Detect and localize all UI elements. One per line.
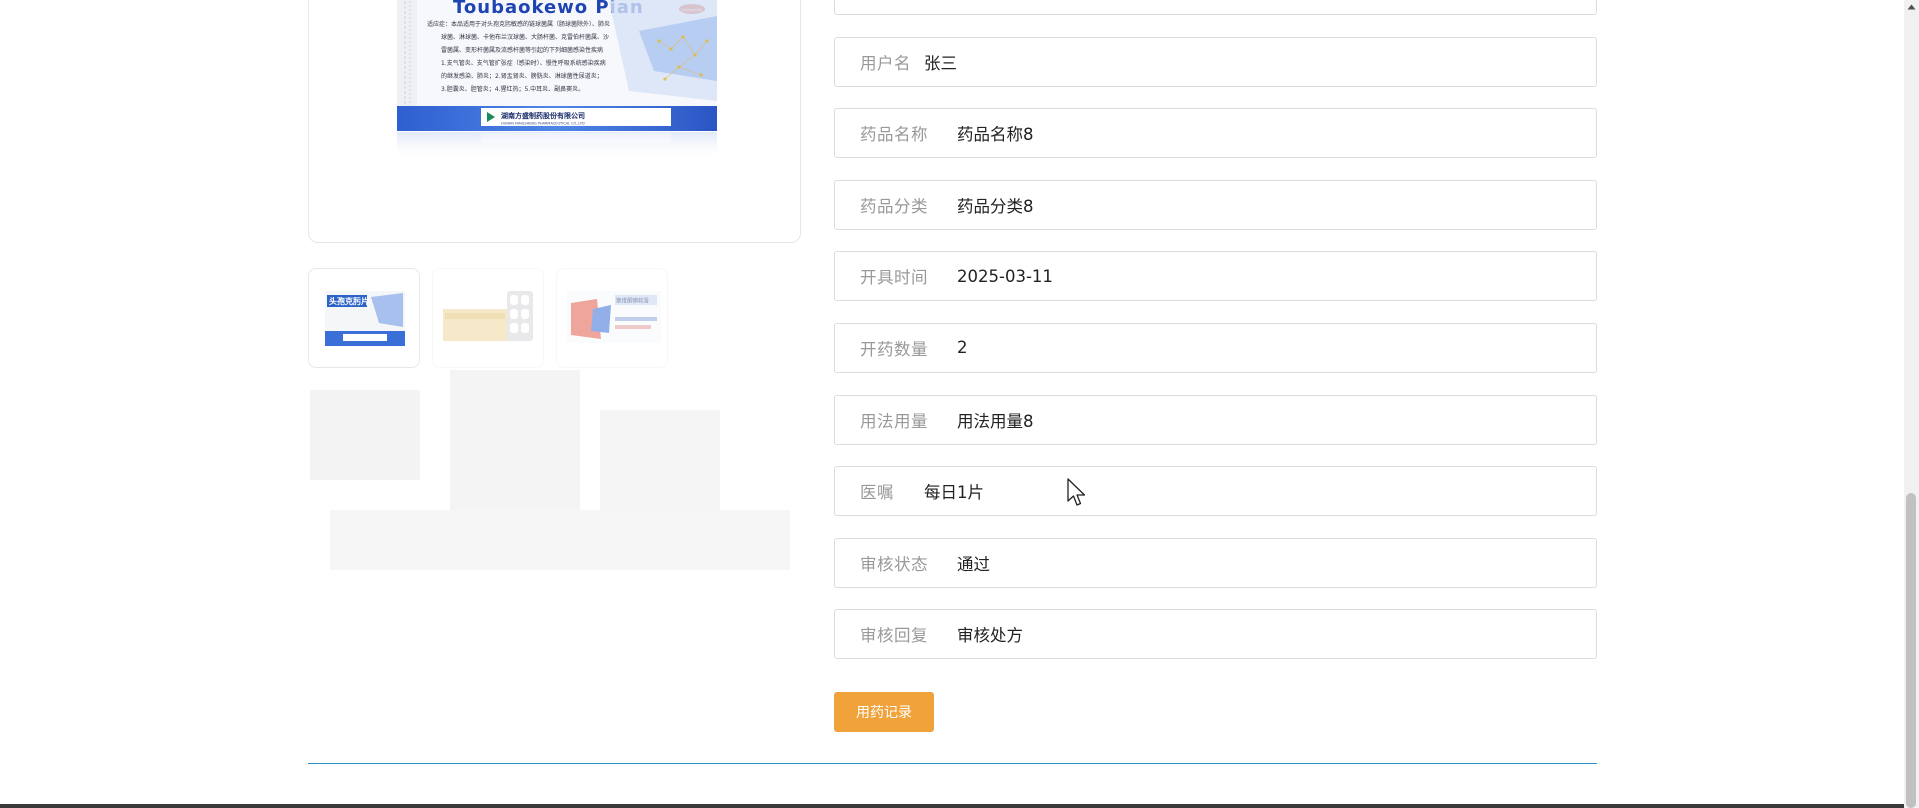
thumbnail-3[interactable]: 聚维酮碘软膏 xyxy=(556,268,668,368)
quantity-value: 2 xyxy=(957,338,968,358)
thumbnail-1-caption: 头孢克肟片 xyxy=(329,296,369,306)
thumbnail-3-caption: 聚维酮碘软膏 xyxy=(616,297,650,305)
box-text-line-4: 1.支气管炎、支气管扩张症（感染时）、慢性呼吸系统感染疾病 xyxy=(441,59,606,67)
manufacturer-name: 湖南方盛制药股份有限公司 xyxy=(501,111,585,120)
form-row-review-status[interactable]: 审核状态 通过 xyxy=(834,537,1597,588)
thumbnail-2[interactable] xyxy=(432,268,544,368)
vertical-scrollbar[interactable] xyxy=(1904,0,1919,808)
box-text-line-5: 的继发感染、肺炎；2.肾盂肾炎、膀胱炎、淋球菌性尿道炎； xyxy=(441,72,603,80)
form-row-issue-date[interactable]: 开具时间 2025-03-11 xyxy=(834,251,1597,302)
thumbnail-1[interactable]: 头孢克肟片 xyxy=(308,268,420,368)
dosage-label: 用法用量 xyxy=(860,411,928,431)
form-row-previous xyxy=(834,0,1597,15)
box-text-line-3: 雷菌属、变形杆菌属及流感杆菌等引起的下列细菌感染性疾病 xyxy=(441,46,603,54)
page: Toubaokewo Pian 100mg×6片 适应症：本 xyxy=(0,0,1919,808)
prescription-detail-form: 用户名 张三 药品名称 药品名称8 药品分类 药品分类8 开具时间 2025-0… xyxy=(834,0,1597,681)
scrollbar-thumb[interactable] xyxy=(1906,493,1916,808)
form-row-review-reply[interactable]: 审核回复 审核处方 xyxy=(834,609,1597,660)
username-label: 用户名 xyxy=(860,53,911,73)
issue-date-value: 2025-03-11 xyxy=(957,266,1053,286)
review-status-label: 审核状态 xyxy=(860,554,928,574)
form-row-doctor-advice[interactable]: 医嘱 每日1片 xyxy=(834,466,1597,517)
review-reply-value: 审核处方 xyxy=(957,626,1023,646)
review-reply-label: 审核回复 xyxy=(860,626,928,646)
main-product-image: Toubaokewo Pian 100mg×6片 适应症：本 xyxy=(308,0,801,243)
box-text-line-6: 3.胆囊炎、胆管炎；4.猩红热；5.中耳炎、副鼻窦炎。 xyxy=(441,85,584,93)
scroll-up-button[interactable] xyxy=(1904,0,1919,14)
drug-name-label: 药品名称 xyxy=(860,125,928,145)
box-text-line-1: 适应症：本品适用于对头孢克肟敏感的链球菌属（肠球菌除外）、肺炎 xyxy=(427,20,610,28)
drug-category-value: 药品分类8 xyxy=(957,196,1034,216)
ghost-reflection xyxy=(310,370,790,570)
doctor-advice-label: 医嘱 xyxy=(860,483,894,503)
drug-name-value: 药品名称8 xyxy=(957,125,1034,145)
form-row-drug-category[interactable]: 药品分类 药品分类8 xyxy=(834,179,1597,230)
footer-edge xyxy=(0,804,1919,808)
issue-date-label: 开具时间 xyxy=(860,268,928,288)
form-row-dosage[interactable]: 用法用量 用法用量8 xyxy=(834,394,1597,445)
review-status-value: 通过 xyxy=(957,554,990,574)
quantity-label: 开药数量 xyxy=(860,339,928,359)
dosage-value: 用法用量8 xyxy=(957,411,1034,431)
form-row-username[interactable]: 用户名 张三 xyxy=(834,36,1597,87)
drug-category-label: 药品分类 xyxy=(860,196,928,216)
username-value: 张三 xyxy=(924,53,957,73)
form-row-quantity[interactable]: 开药数量 2 xyxy=(834,322,1597,373)
manufacturer-name-en: HUNAN FANGSHENG PHARMACEUTICAL CO.,LTD xyxy=(501,122,585,126)
thumbnail-strip: 头孢克肟片 聚维酮碘软膏 xyxy=(308,268,668,368)
doctor-advice-value: 每日1片 xyxy=(924,483,984,503)
box-text-line-2: 球菌、淋球菌、卡他布兰汉球菌、大肠杆菌、克雷伯杆菌属、沙 xyxy=(441,33,609,41)
triangle-up-icon xyxy=(1907,4,1916,10)
section-divider xyxy=(308,763,1597,764)
medication-record-button[interactable]: 用药记录 xyxy=(834,692,934,732)
form-row-drug-name[interactable]: 药品名称 药品名称8 xyxy=(834,108,1597,159)
